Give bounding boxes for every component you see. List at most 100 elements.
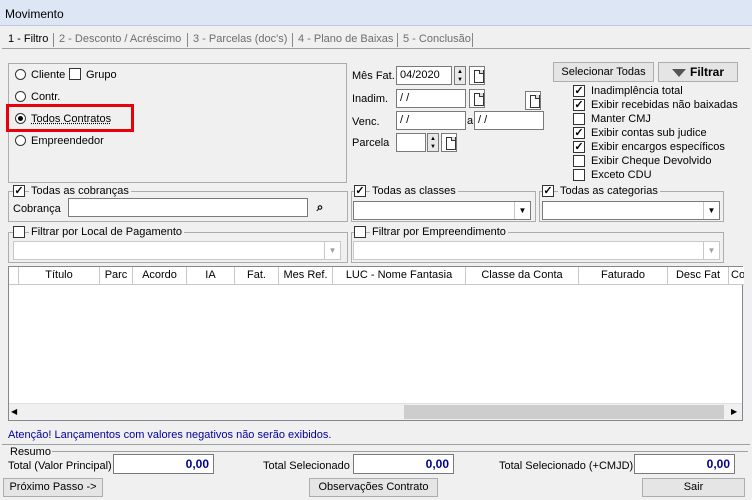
results-grid[interactable]: Título Parc Acordo IA Fat. Mes Ref. LUC … xyxy=(8,266,744,421)
total-cmjd-value: 0,00 xyxy=(634,454,735,474)
cobranca-label: Cobrança xyxy=(13,203,61,215)
checkbox-label: Exibir encargos específicos xyxy=(591,141,725,153)
filter-button[interactable]: Filtrar xyxy=(658,62,738,82)
empreendimento-select[interactable]: ▼ xyxy=(353,241,720,260)
checkbox-label: Manter CMJ xyxy=(591,113,651,125)
filter-button-label: Filtrar xyxy=(689,65,724,79)
grid-indicator-column xyxy=(9,267,19,285)
checkbox-cheque-devolvido[interactable] xyxy=(573,155,585,167)
checkbox-grupo-label: Grupo xyxy=(86,69,117,81)
grid-header[interactable]: Acordo xyxy=(133,267,187,285)
grid-header[interactable]: Desc Fat xyxy=(668,267,729,285)
tab-divider xyxy=(292,33,293,47)
radio-cliente-label: Cliente xyxy=(31,69,66,81)
empreendimento-group-label: Filtrar por Empreendimento xyxy=(370,226,508,238)
categorias-group-label: Todas as categorias xyxy=(558,185,660,197)
checkbox-inadimplencia-total[interactable]: ✓ xyxy=(573,85,585,97)
next-step-button[interactable]: Próximo Passo -> xyxy=(3,478,103,497)
tab-strip: 1 - Filtro 2 - Desconto / Acréscimo 3 - … xyxy=(0,30,752,50)
cobranca-field[interactable] xyxy=(68,198,308,217)
checkbox-sub-judice[interactable]: ✓ xyxy=(573,127,585,139)
tab-plano-baixas[interactable]: 4 - Plano de Baixas xyxy=(298,33,393,49)
radio-contr-label: Contr. xyxy=(31,91,61,103)
checkbox-exibir-recebidas[interactable]: ✓ xyxy=(573,99,585,111)
checkbox-todas-cobrancas[interactable]: ✓ xyxy=(13,185,25,197)
tab-panel-border xyxy=(2,48,750,49)
calendar-icon[interactable] xyxy=(469,66,485,85)
grid-header[interactable]: LUC - Nome Fantasia xyxy=(333,267,466,285)
checkbox-local-pagamento[interactable] xyxy=(13,226,25,238)
inadim-label: Inadim. xyxy=(352,93,389,105)
categorias-select[interactable]: ▼ xyxy=(542,201,720,220)
checkbox-label: Exibir contas sub judice xyxy=(591,127,707,139)
select-all-button[interactable]: Selecionar Todas xyxy=(553,62,654,82)
grid-horizontal-scrollbar[interactable]: ◀ ▶ xyxy=(9,403,742,420)
grid-header[interactable]: IA xyxy=(187,267,235,285)
highlight-frame xyxy=(6,104,134,132)
classes-select[interactable]: ▼ xyxy=(353,201,531,220)
tab-parcelas[interactable]: 3 - Parcelas (doc's) xyxy=(193,33,287,49)
venc-from-field[interactable]: / / xyxy=(396,111,466,130)
tab-divider xyxy=(187,33,188,47)
parcela-spinner[interactable]: ▲ ▼ xyxy=(427,133,439,152)
venc-separator: a xyxy=(467,115,474,127)
scroll-right-icon[interactable]: ▶ xyxy=(731,407,737,416)
window-title: Movimento xyxy=(5,7,64,21)
checkbox-manter-cmj[interactable] xyxy=(573,113,585,125)
exit-button[interactable]: Sair xyxy=(642,478,745,497)
filter-icon xyxy=(671,68,686,77)
checkbox-encargos[interactable]: ✓ xyxy=(573,141,585,153)
checkbox-grupo[interactable] xyxy=(69,68,81,80)
tab-desconto[interactable]: 2 - Desconto / Acréscimo xyxy=(59,33,181,49)
tab-divider xyxy=(397,33,398,47)
chevron-down-icon: ▼ xyxy=(324,242,340,259)
checkbox-label: Exibir Cheque Devolvido xyxy=(591,155,712,167)
scroll-left-icon[interactable]: ◀ xyxy=(11,407,17,416)
grid-header[interactable]: Mes Ref. xyxy=(279,267,333,285)
local-pagamento-select[interactable]: ▼ xyxy=(13,241,341,260)
scrollbar-thumb[interactable] xyxy=(404,405,724,419)
local-pagamento-group-label: Filtrar por Local de Pagamento xyxy=(29,226,185,238)
checkbox-todas-categorias[interactable]: ✓ xyxy=(542,185,554,197)
warning-message: Atenção! Lançamentos com valores negativ… xyxy=(8,429,332,441)
chevron-down-icon: ▼ xyxy=(514,202,530,219)
window-titlebar: Movimento xyxy=(0,0,752,26)
inadim-field[interactable]: / / xyxy=(396,89,466,108)
grid-header[interactable]: Classe da Conta xyxy=(466,267,579,285)
checkbox-label: Inadimplência total xyxy=(591,85,683,97)
grid-header[interactable]: Faturado xyxy=(579,267,668,285)
tab-conclusao[interactable]: 5 - Conclusão xyxy=(403,33,471,49)
calendar-icon[interactable] xyxy=(525,91,541,110)
checkbox-label: Exceto CDU xyxy=(591,169,652,181)
page-icon[interactable] xyxy=(441,133,457,152)
grid-header[interactable]: Parc xyxy=(100,267,133,285)
radio-contr[interactable] xyxy=(15,91,26,102)
total-selecionado-label: Total Selecionado xyxy=(263,460,350,472)
mes-fat-field[interactable]: 04/2020 xyxy=(396,66,452,85)
total-principal-value: 0,00 xyxy=(113,454,214,474)
tab-filtro[interactable]: 1 - Filtro xyxy=(8,33,48,49)
mes-fat-label: Mês Fat. xyxy=(352,70,395,82)
radio-cliente[interactable] xyxy=(15,69,26,80)
chevron-down-icon: ▼ xyxy=(703,202,719,219)
grid-header[interactable]: Fat. xyxy=(235,267,279,285)
tab-divider xyxy=(53,33,54,47)
resumo-title: Resumo xyxy=(10,446,51,458)
checkbox-exceto-cdu[interactable] xyxy=(573,169,585,181)
mes-fat-spinner[interactable]: ▲ ▼ xyxy=(454,66,466,85)
resumo-divider xyxy=(52,451,748,452)
radio-empreendedor[interactable] xyxy=(15,135,26,146)
checkbox-label: Exibir recebidas não baixadas xyxy=(591,99,738,111)
calendar-icon[interactable] xyxy=(469,89,485,108)
radio-empreendedor-label: Empreendedor xyxy=(31,135,104,147)
checkbox-empreendimento[interactable] xyxy=(354,226,366,238)
grid-header[interactable]: Co xyxy=(729,267,744,285)
parcela-field[interactable] xyxy=(396,133,426,152)
checkbox-todas-classes[interactable]: ✓ xyxy=(354,185,366,197)
total-cmjd-label: Total Selecionado (+CMJD) xyxy=(499,460,634,472)
binoculars-icon[interactable]: ⌕ xyxy=(311,199,329,216)
observacoes-contrato-button[interactable]: Observações Contrato xyxy=(309,478,438,497)
total-principal-label: Total (Valor Principal) xyxy=(8,460,112,472)
venc-to-field[interactable]: / / xyxy=(474,111,544,130)
grid-header[interactable]: Título xyxy=(19,267,100,285)
